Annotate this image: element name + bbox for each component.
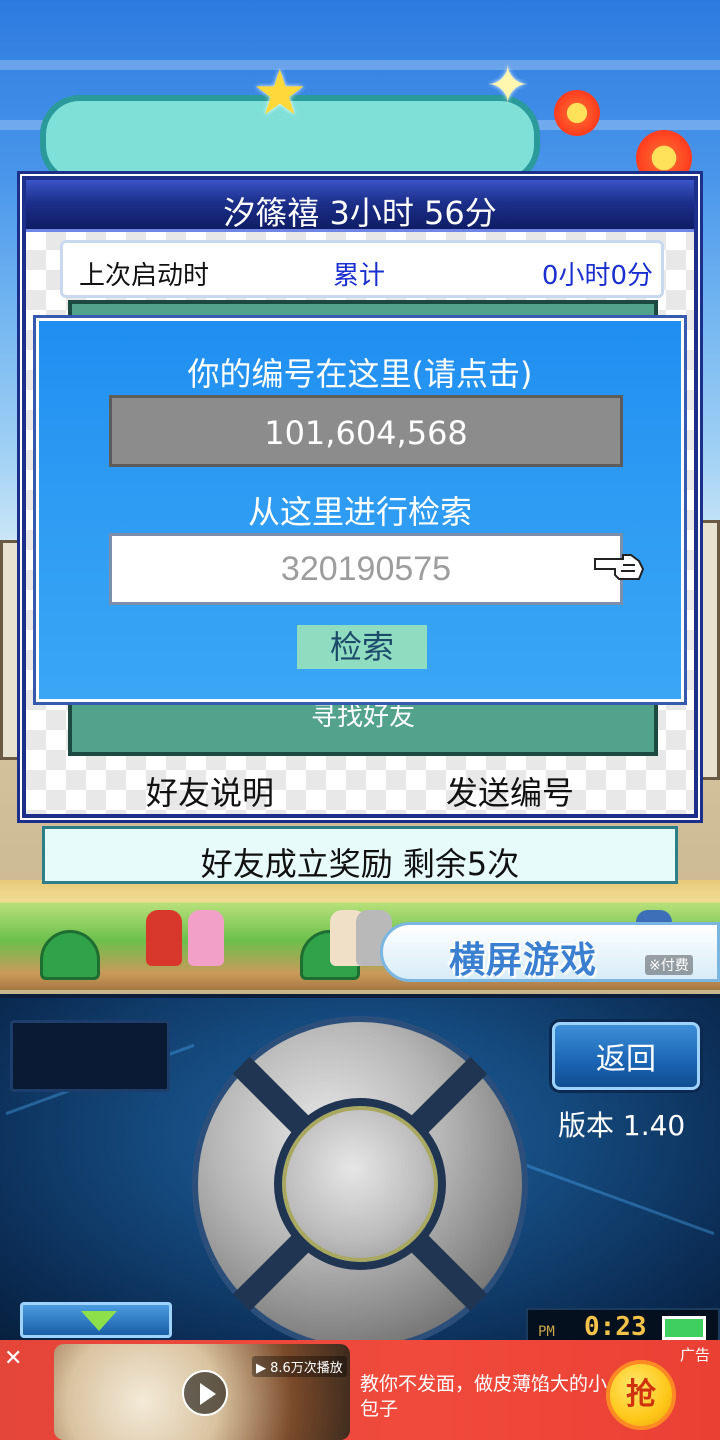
ad-close-icon[interactable]: ✕ [4,1346,34,1376]
character-sprite [146,910,182,966]
star-icon: ★ [252,56,308,129]
game-clock: PM 0:23 [526,1308,720,1344]
total-label: 累计 [333,261,386,291]
back-button[interactable]: 返回 [552,1022,700,1090]
friend-help-button[interactable]: 好友说明 [146,768,274,814]
landscape-mode-label: 横屏游戏 [449,940,598,981]
friend-reward-bar: 好友成立奖励 剩余5次 [42,826,678,884]
dialog-header: 汐篠禧 3小时 56分 [26,180,694,232]
clock-time: 0:23 [584,1312,647,1342]
total-playtime-value: 0小时0分 [541,261,653,291]
sky-stripe [0,60,720,70]
clock-period: PM [538,1324,555,1340]
down-arrow-icon [81,1311,117,1331]
ad-view-count: ▶ 8.6万次播放 [252,1356,347,1377]
paid-tag: ※付费 [645,955,693,975]
version-label: 版本 1.40 [558,1109,686,1142]
pointing-hand-icon [594,554,645,580]
battery-icon [662,1316,706,1340]
ad-video-thumbnail[interactable]: ▶ 8.6万次播放 [54,1344,350,1440]
ad-banner[interactable]: ✕ ▶ 8.6万次播放 教你不发面，做皮薄馅大的小包子 广告 抢 [0,1340,720,1440]
controller-panel: 返回 版本 1.40 PM 0:23 [0,994,720,1352]
search-label: 从这里进行检索 [247,493,472,531]
status-slot [10,1020,170,1092]
sparkle-icon: ✦ [486,56,530,116]
dialog-title: 汐篠禧 3小时 56分 [223,194,497,232]
friend-reward-text: 好友成立奖励 剩余5次 [200,845,520,883]
grab-button[interactable]: 抢 [606,1360,676,1430]
flower-icon [554,90,600,136]
ad-text: 教你不发面，做皮薄馅大的小包子 [360,1373,608,1420]
landscape-mode-button[interactable]: 横屏游戏 ※付费 [380,922,720,982]
scroll-down-button[interactable] [20,1302,172,1338]
search-button[interactable]: 检索 [297,625,427,669]
ad-label: 广告 [680,1346,711,1364]
dpad-center-button[interactable] [274,1098,446,1270]
dpad[interactable] [192,1016,528,1352]
your-id-box[interactable]: 101,604,568 [109,395,623,467]
decor-line [525,1163,715,1236]
character-sprite [188,910,224,966]
playtime-stats: 上次启动时 累计 0小时0分 [60,240,664,298]
send-id-button[interactable]: 发送编号 [446,768,574,814]
your-id-label: 你的编号在这里(请点击) [187,355,533,393]
your-id-value: 101,604,568 [264,414,468,452]
friend-id-panel: 你的编号在这里(请点击) 101,604,568 从这里进行检索 检索 [36,318,684,702]
friend-id-search-input[interactable] [109,533,623,605]
last-launch-label: 上次启动时 [79,261,210,291]
play-icon[interactable] [182,1370,228,1416]
